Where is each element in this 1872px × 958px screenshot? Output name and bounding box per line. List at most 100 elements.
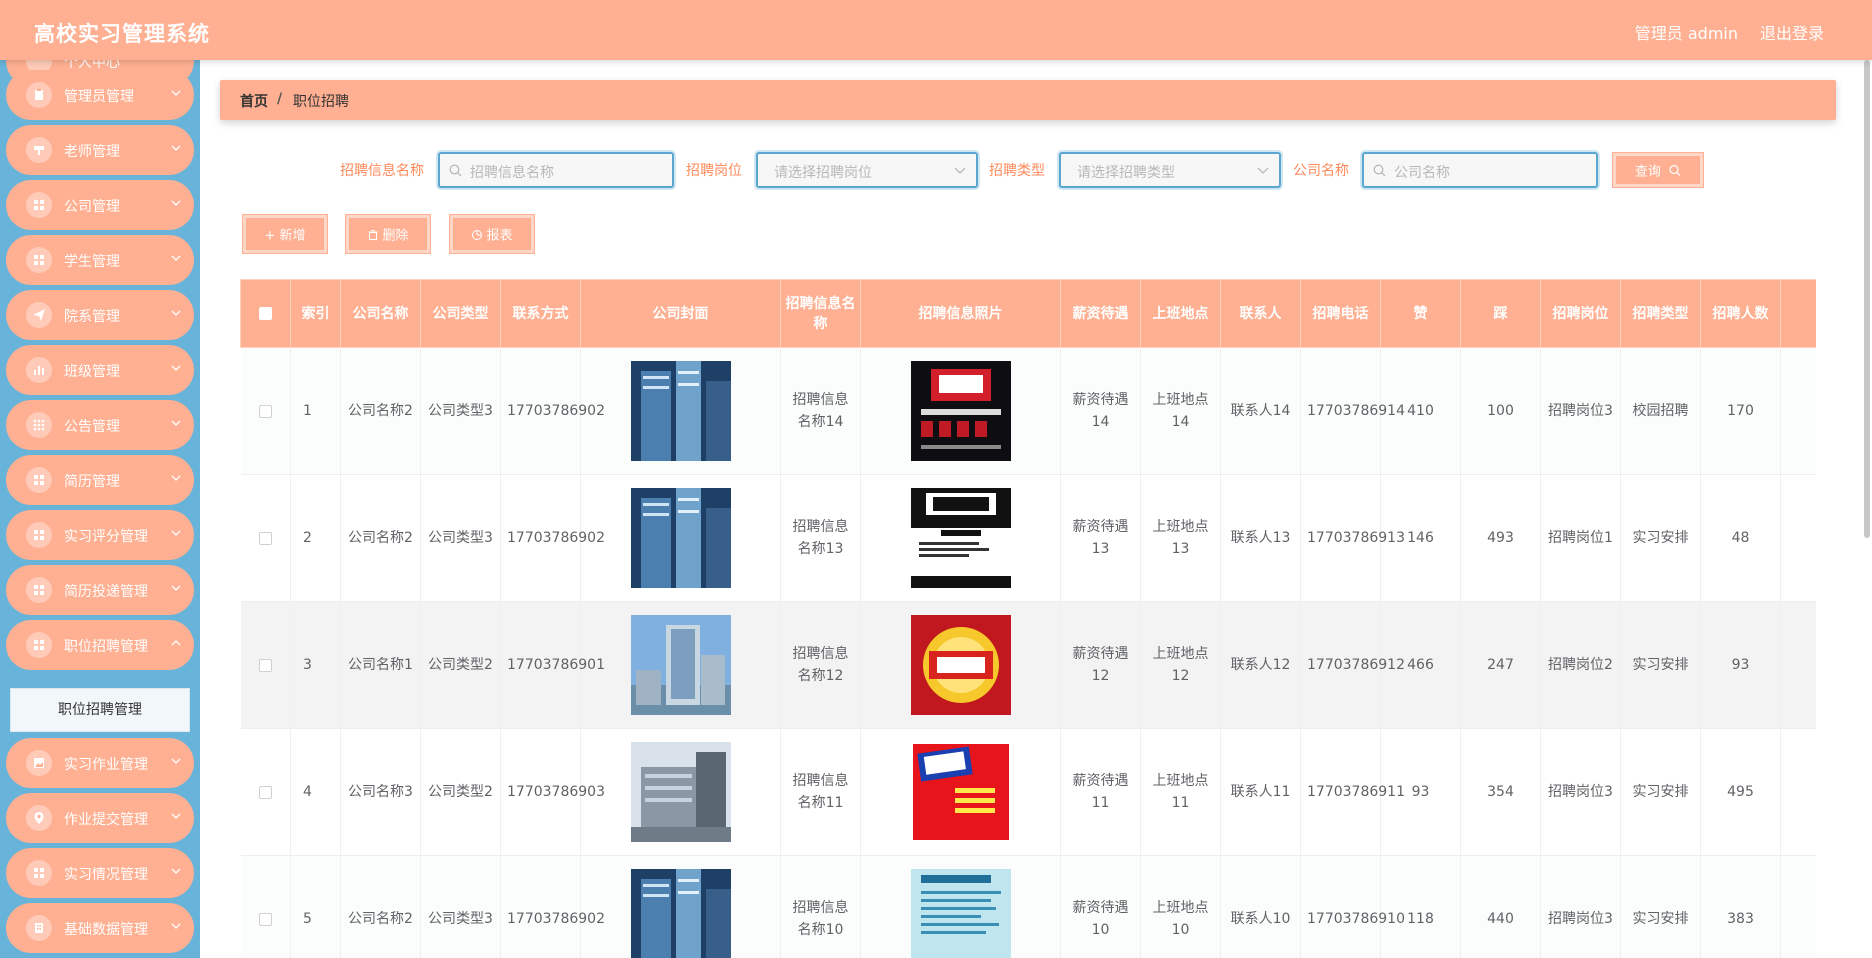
cell-cover bbox=[580, 855, 781, 958]
chevron-up-icon bbox=[171, 640, 181, 646]
cell-place: 上班地点10 bbox=[1140, 855, 1221, 958]
cell-cover bbox=[580, 601, 781, 729]
recruit-photo-image[interactable] bbox=[910, 361, 1011, 461]
name-search-input[interactable]: 招聘信息名称 bbox=[438, 152, 674, 188]
sidebar-item-label: 职位招聘管理 bbox=[64, 639, 148, 655]
row-checkbox[interactable] bbox=[240, 728, 291, 856]
grid-icon bbox=[26, 577, 52, 603]
vertical-scrollbar[interactable] bbox=[1864, 60, 1870, 538]
company-cover-image[interactable] bbox=[630, 488, 731, 588]
cell-cover bbox=[580, 474, 781, 602]
recruit-photo-image[interactable] bbox=[910, 488, 1011, 588]
cell-count: 93 bbox=[1700, 601, 1781, 729]
cell-cover bbox=[580, 347, 781, 475]
cell-person: 联系人14 bbox=[1220, 347, 1301, 475]
grid-icon bbox=[26, 467, 52, 493]
column-header-actions bbox=[1780, 279, 1816, 348]
company-cover-image[interactable] bbox=[630, 742, 731, 842]
sidebar-item-student[interactable]: 学生管理 bbox=[6, 235, 194, 285]
chevron-down-icon bbox=[171, 145, 181, 151]
cell-count: 383 bbox=[1700, 855, 1781, 958]
column-header: 索引 bbox=[290, 279, 341, 348]
query-button[interactable]: 查询 bbox=[1612, 152, 1704, 188]
cell-person: 联系人11 bbox=[1220, 728, 1301, 856]
sidebar-item-homework-submit[interactable]: 作业提交管理 bbox=[6, 793, 194, 843]
sidebar-item-teacher[interactable]: 老师管理 bbox=[6, 125, 194, 175]
company-cover-image[interactable] bbox=[630, 615, 731, 715]
cell-phone: 17703786913 bbox=[1300, 474, 1405, 602]
type-select-placeholder: 请选择招聘类型 bbox=[1077, 165, 1175, 181]
delete-button[interactable]: 删除 bbox=[345, 214, 431, 254]
cell-company: 公司名称1 bbox=[340, 601, 421, 729]
row-checkbox[interactable] bbox=[240, 347, 291, 475]
cell-recruit-type: 实习安排 bbox=[1620, 728, 1701, 856]
picture-icon bbox=[26, 750, 52, 776]
breadcrumb-separator: / bbox=[277, 91, 283, 107]
sidebar-item-label: 院系管理 bbox=[64, 309, 120, 325]
search-icon bbox=[449, 164, 462, 177]
post-filter-label: 招聘岗位 bbox=[686, 163, 742, 179]
sidebar-item-job-recruitment[interactable]: 职位招聘管理 bbox=[6, 620, 194, 670]
company-search-input[interactable]: 公司名称 bbox=[1362, 152, 1598, 188]
cell-salary: 薪资待遇14 bbox=[1060, 347, 1141, 475]
sidebar-item-label: 实习情况管理 bbox=[64, 867, 148, 883]
cell-recruit-name: 招聘信息名称14 bbox=[780, 347, 861, 475]
company-cover-image[interactable] bbox=[630, 869, 731, 958]
add-button[interactable]: + 新增 bbox=[242, 214, 328, 254]
add-button-label: 新增 bbox=[279, 228, 306, 244]
cell-phone: 17703786911 bbox=[1300, 728, 1405, 856]
report-button[interactable]: 报表 bbox=[449, 214, 535, 254]
sidebar-item-department[interactable]: 院系管理 bbox=[6, 290, 194, 340]
sidebar-item-resume[interactable]: 简历管理 bbox=[6, 455, 194, 505]
cell-actions bbox=[1780, 474, 1816, 602]
search-icon bbox=[1373, 164, 1386, 177]
breadcrumb-current: 职位招聘 bbox=[293, 94, 349, 110]
company-cover-image[interactable] bbox=[630, 361, 731, 461]
cell-actions bbox=[1780, 728, 1816, 856]
sidebar-item-internship-score[interactable]: 实习评分管理 bbox=[6, 510, 194, 560]
sidebar-item-resume-delivery[interactable]: 简历投递管理 bbox=[6, 565, 194, 615]
recruit-photo-image[interactable] bbox=[910, 869, 1011, 958]
cell-person: 联系人13 bbox=[1220, 474, 1301, 602]
sidebar-item-company[interactable]: 公司管理 bbox=[6, 180, 194, 230]
location-icon bbox=[26, 805, 52, 831]
teacher-icon bbox=[26, 137, 52, 163]
type-select[interactable]: 请选择招聘类型 bbox=[1059, 152, 1281, 188]
cell-contact: 17703786902 bbox=[500, 347, 605, 475]
cell-cover bbox=[580, 728, 781, 856]
recruit-photo-image[interactable] bbox=[910, 742, 1011, 842]
sidebar-item-internship-status[interactable]: 实习情况管理 bbox=[6, 848, 194, 898]
sidebar-item-class[interactable]: 班级管理 bbox=[6, 345, 194, 395]
sidebar-item-notice[interactable]: 公告管理 bbox=[6, 400, 194, 450]
type-filter-label: 招聘类型 bbox=[989, 163, 1045, 179]
submenu-job-recruitment-manage[interactable]: 职位招聘管理 bbox=[10, 688, 190, 732]
cell-person: 联系人12 bbox=[1220, 601, 1301, 729]
breadcrumb-home[interactable]: 首页 bbox=[240, 91, 268, 111]
row-checkbox[interactable] bbox=[240, 601, 291, 729]
chevron-down-icon bbox=[171, 530, 181, 536]
column-header: 招聘电话 bbox=[1300, 279, 1381, 348]
logout-link[interactable]: 退出登录 bbox=[1760, 20, 1824, 44]
recruit-photo-image[interactable] bbox=[910, 615, 1011, 715]
sidebar-item-admin[interactable]: 管理员管理 bbox=[6, 70, 194, 120]
cell-count: 495 bbox=[1700, 728, 1781, 856]
bar-chart-icon bbox=[26, 357, 52, 383]
table-row: 5 公司名称2 公司类型3 17703786902 招聘信息名称10 薪资待遇1… bbox=[240, 855, 1816, 958]
breadcrumb: 首页 / 职位招聘 bbox=[220, 80, 1836, 120]
sidebar-item-internship-homework[interactable]: 实习作业管理 bbox=[6, 738, 194, 788]
cell-recruit-type: 实习安排 bbox=[1620, 474, 1701, 602]
cell-place: 上班地点14 bbox=[1140, 347, 1221, 475]
clipboard-icon bbox=[26, 82, 52, 108]
select-all-checkbox[interactable] bbox=[240, 279, 291, 348]
cell-count: 170 bbox=[1700, 347, 1781, 475]
chevron-down-icon bbox=[171, 868, 181, 874]
cell-index: 4 bbox=[290, 728, 341, 856]
sidebar-item-base-data[interactable]: 基础数据管理 bbox=[6, 903, 194, 953]
chevron-down-icon bbox=[171, 813, 181, 819]
cell-company-type: 公司类型2 bbox=[420, 728, 501, 856]
send-icon bbox=[26, 302, 52, 328]
row-checkbox[interactable] bbox=[240, 855, 291, 958]
row-checkbox[interactable] bbox=[240, 474, 291, 602]
post-select[interactable]: 请选择招聘岗位 bbox=[756, 152, 978, 188]
sidebar-item-label: 简历投递管理 bbox=[64, 584, 148, 600]
